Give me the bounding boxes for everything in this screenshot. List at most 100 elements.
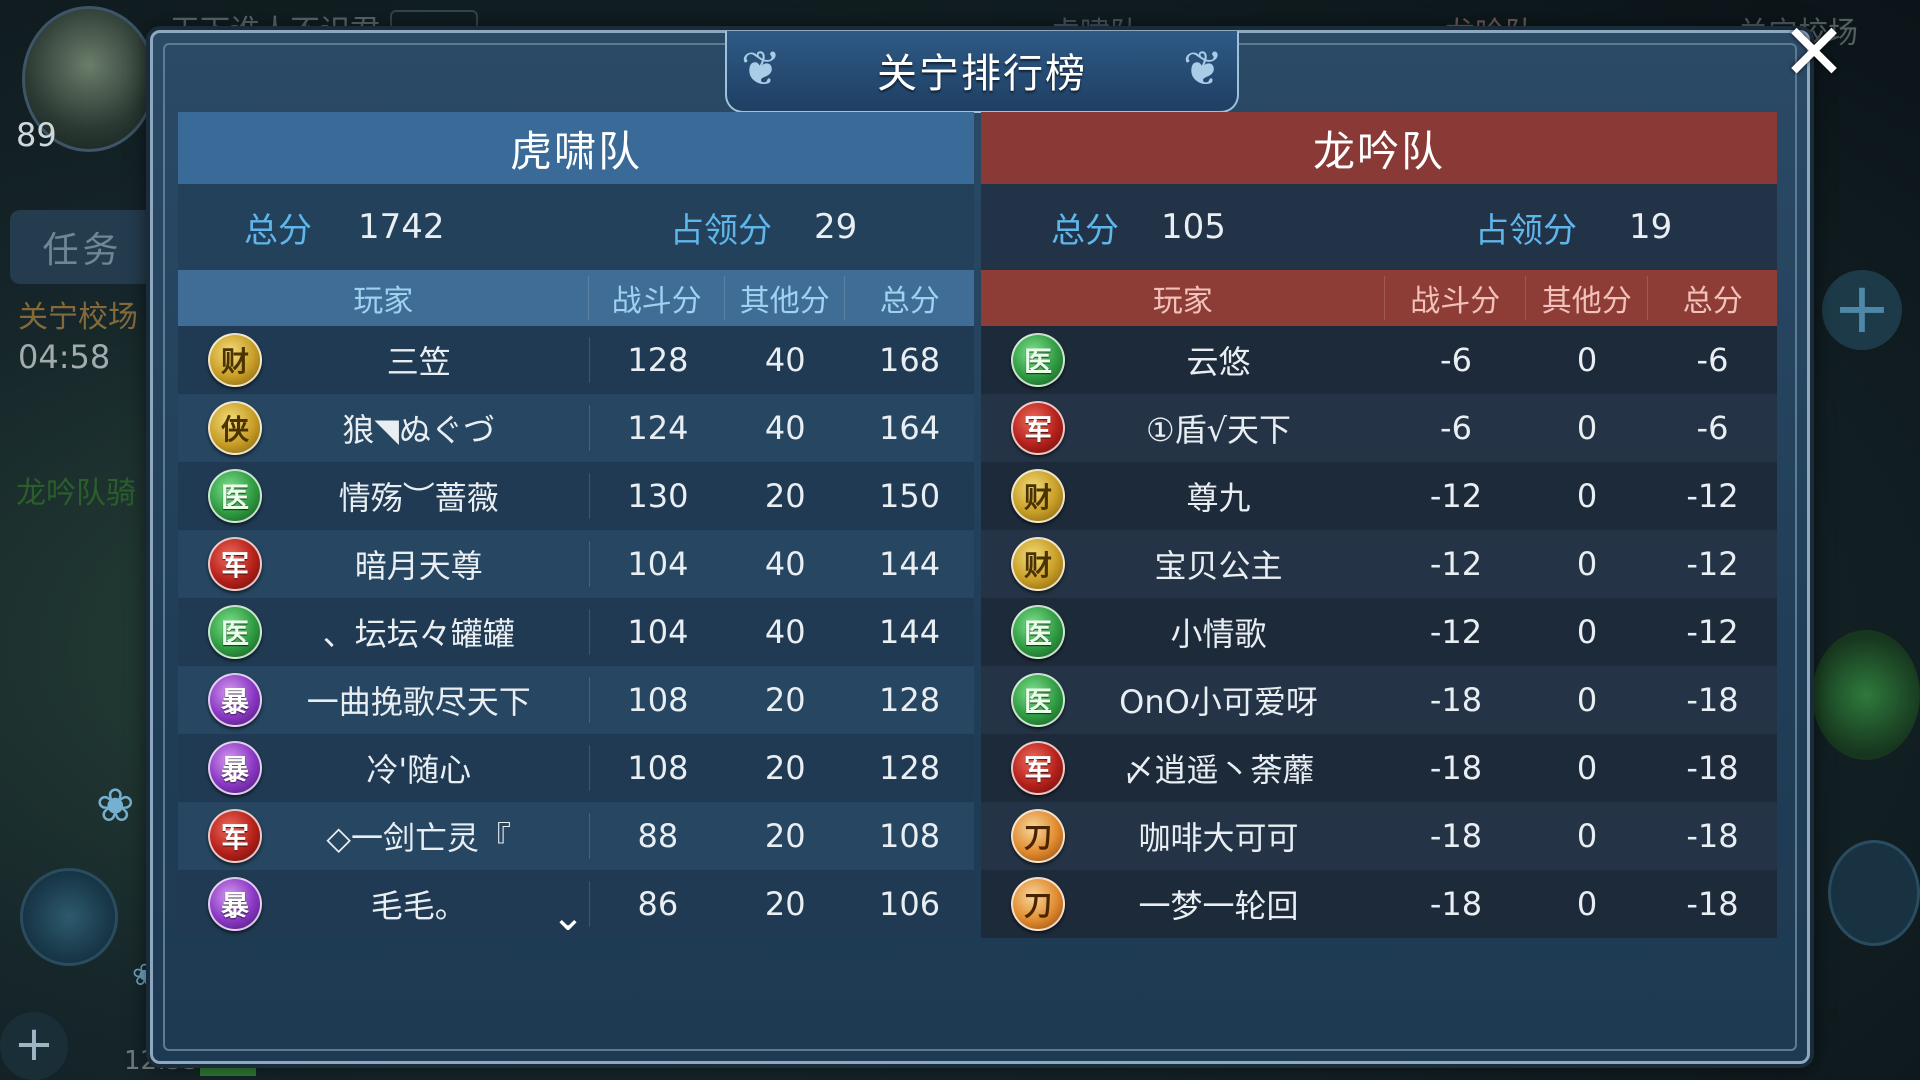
column-battle[interactable]: 战斗分 (1385, 276, 1526, 320)
battle-score: 108 (627, 749, 689, 787)
column-header-row: 玩家 战斗分 其他分 总分 (981, 270, 1777, 326)
close-icon[interactable]: ✕ (1778, 14, 1850, 92)
class-badge-icon: 军 (208, 809, 262, 863)
plus-icon[interactable]: + (1822, 270, 1902, 350)
table-row[interactable]: 军暗月天尊 104 40 144 (178, 530, 974, 598)
player-cell: 医 OnO小可爱呀 (981, 673, 1386, 727)
battle-score: 88 (637, 817, 679, 855)
other-score: 0 (1576, 409, 1598, 447)
table-row[interactable]: 军〆逍遥丶荼蘼 -18 0 -18 (981, 734, 1777, 802)
location-label: 关宁校场 (18, 300, 138, 335)
battle-score: -18 (1429, 681, 1483, 719)
table-row[interactable]: 财尊九 -12 0 -12 (981, 462, 1777, 530)
total-score: -6 (1696, 341, 1729, 379)
mount-icon[interactable] (20, 868, 118, 966)
column-battle[interactable]: 战斗分 (589, 276, 725, 320)
other-score: 20 (764, 477, 806, 515)
column-other[interactable]: 其他分 (1526, 276, 1649, 320)
task-tab[interactable]: 任务 (10, 210, 155, 284)
other-score: 20 (764, 817, 806, 855)
class-badge-icon: 医 (1011, 673, 1065, 727)
team-panel-left: 虎啸队 总分 1742 占领分 29 玩家 战斗分 其他分 总分 财三笠 128 4… (178, 112, 974, 938)
player-cell: 财尊九 (981, 469, 1386, 523)
player-list-left[interactable]: 财三笠 128 40 168 侠狼◥ぬぐづ 124 40 164 医情殇︶蔷薇 130 20 150 军… (178, 326, 974, 938)
battle-score: -12 (1429, 545, 1483, 583)
total-score: -18 (1686, 749, 1739, 787)
table-row[interactable]: 医云悠 -6 0 -6 (981, 326, 1777, 394)
other-score: 20 (764, 681, 806, 719)
column-total[interactable]: 总分 (845, 276, 974, 320)
class-badge-icon: 刀 (1011, 809, 1065, 863)
team-score-strip-right: 总分 105 占领分 19 (981, 184, 1777, 270)
other-score: 0 (1576, 477, 1598, 515)
battle-score: 128 (627, 341, 689, 379)
class-badge-icon: 军 (1011, 401, 1065, 455)
total-score: -18 (1686, 885, 1739, 923)
player-cell: 医情殇︶蔷薇 (178, 469, 591, 523)
lock-icon[interactable] (1828, 840, 1920, 946)
table-row[interactable]: 侠狼◥ぬぐづ 124 40 164 (178, 394, 974, 462)
total-score: 164 (879, 409, 941, 447)
battle-score: -18 (1429, 885, 1483, 923)
total-score: 128 (879, 681, 941, 719)
table-row[interactable]: 医情殇︶蔷薇 130 20 150 (178, 462, 974, 530)
column-player[interactable]: 玩家 (981, 276, 1386, 320)
other-score: 0 (1576, 885, 1598, 923)
battle-score: -18 (1429, 817, 1483, 855)
battle-score: 86 (637, 885, 679, 923)
total-score: -12 (1686, 477, 1739, 515)
player-cell: 财三笠 (178, 333, 591, 387)
total-score: -12 (1686, 613, 1739, 651)
team-score-strip-left: 总分 1742 占领分 29 (178, 184, 974, 270)
table-row[interactable]: 医 OnO小可爱呀 -18 0 -18 (981, 666, 1777, 734)
event-timer: 04:58 (18, 338, 111, 376)
column-total[interactable]: 总分 (1648, 276, 1777, 320)
table-row[interactable]: 暴毛毛。 ⌄ 86 20 106 (178, 870, 974, 938)
player-level: 89 (16, 116, 57, 154)
dialog-title: 关宁排行榜 (877, 51, 1087, 97)
total-score-label: 总分 (1051, 210, 1119, 251)
table-row[interactable]: 军 ◇一剑亡灵『 88 20 108 (178, 802, 974, 870)
table-row[interactable]: 暴一曲挽歌尽天下 108 20 128 (178, 666, 974, 734)
total-score-value: 1742 (358, 207, 445, 247)
occupy-score-value: 29 (814, 207, 858, 247)
player-cell: 财宝贝公主 (981, 537, 1386, 591)
table-row[interactable]: 财宝贝公主 -12 0 -12 (981, 530, 1777, 598)
column-player[interactable]: 玩家 (178, 276, 590, 320)
battle-score: -6 (1440, 341, 1472, 379)
class-badge-icon: 医 (1011, 333, 1065, 387)
total-score: 108 (879, 817, 941, 855)
player-cell: 侠狼◥ぬぐづ (178, 401, 591, 455)
player-cell: 刀一梦一轮回 (981, 877, 1386, 931)
skill-button[interactable] (1812, 630, 1920, 760)
table-row[interactable]: 刀咖啡大可可 -18 0 -18 (981, 802, 1777, 870)
other-score: 0 (1576, 613, 1598, 651)
player-cell: 医、坛坛々罐罐 (178, 605, 591, 659)
class-badge-icon: 财 (208, 333, 262, 387)
battery-bar (200, 1062, 256, 1076)
class-badge-icon: 暴 (208, 877, 262, 931)
table-row[interactable]: 财三笠 128 40 168 (178, 326, 974, 394)
class-badge-icon: 侠 (208, 401, 262, 455)
other-score: 0 (1576, 817, 1598, 855)
battle-score: -12 (1429, 477, 1483, 515)
battle-score: 104 (627, 613, 689, 651)
total-score: 144 (879, 545, 941, 583)
column-other[interactable]: 其他分 (725, 276, 846, 320)
table-row[interactable]: 医、坛坛々罐罐 104 40 144 (178, 598, 974, 666)
team-name-right: 龙吟队 (981, 112, 1777, 184)
table-row[interactable]: 刀一梦一轮回 -18 0 -18 (981, 870, 1777, 938)
player-cell: 暴一曲挽歌尽天下 (178, 673, 591, 727)
battle-score: 130 (627, 477, 689, 515)
team-panel-right: 龙吟队 总分 105 占领分 19 玩家 战斗分 其他分 总分 医云悠 -6 0 -6… (981, 112, 1777, 938)
player-list-right[interactable]: 医云悠 -6 0 -6 军 ①盾√天下 -6 0 -6 财尊九 -12 0 -12 财宝贝公主 -12 0 -1… (981, 326, 1777, 938)
class-badge-icon: 医 (208, 469, 262, 523)
chevron-down-icon[interactable]: ⌄ (548, 897, 588, 937)
total-score: -6 (1696, 409, 1729, 447)
plus-icon-left[interactable]: + (0, 1012, 68, 1080)
table-row[interactable]: 暴冷'随心 108 20 128 (178, 734, 974, 802)
table-row[interactable]: 军 ①盾√天下 -6 0 -6 (981, 394, 1777, 462)
table-row[interactable]: 医小情歌 -12 0 -12 (981, 598, 1777, 666)
total-score: -18 (1686, 681, 1739, 719)
player-cell: 医小情歌 (981, 605, 1386, 659)
